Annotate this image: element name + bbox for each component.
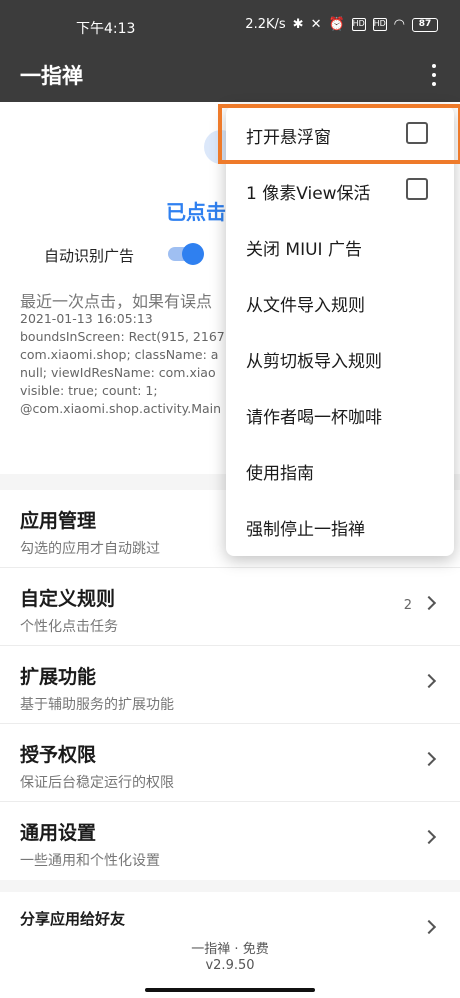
checkbox-icon[interactable] bbox=[406, 122, 428, 144]
chevron-right-icon bbox=[421, 595, 437, 611]
bluetooth-icon: ✱ bbox=[292, 17, 304, 32]
list-item-title: 应用管理 bbox=[20, 510, 97, 532]
chevron-right-icon bbox=[421, 829, 437, 845]
signal-1-icon: HD bbox=[351, 18, 366, 31]
status-time: 下午4:13 bbox=[76, 21, 136, 37]
share-section: 分享应用给好友 一指禅 · 免费 v2.9.50 bbox=[0, 892, 460, 998]
more-vert-icon[interactable] bbox=[424, 62, 444, 88]
list-item-subtitle: 一些通用和个性化设置 bbox=[20, 853, 160, 869]
list-item-extensions[interactable]: 扩展功能 基于辅助服务的扩展功能 bbox=[0, 646, 460, 724]
list-item-custom-rules[interactable]: 自定义规则 个性化点击任务 2 bbox=[0, 568, 460, 646]
menu-item-floating-window[interactable]: 打开悬浮窗 bbox=[218, 104, 460, 164]
app-bar: 一指禅 bbox=[0, 50, 460, 102]
share-app-link[interactable]: 分享应用给好友 bbox=[20, 908, 125, 929]
log-line: visible: true; count: 1; bbox=[20, 383, 158, 398]
app-title: 一指禅 bbox=[20, 64, 83, 88]
log-line: com.xiaomi.shop; className: a bbox=[20, 347, 219, 362]
log-line: null; viewIdResName: com.xiao bbox=[20, 365, 216, 380]
signal-2-icon: HD bbox=[372, 18, 387, 31]
log-line: 2021-01-13 16:05:13 bbox=[20, 311, 153, 326]
toggle-knob bbox=[182, 243, 204, 265]
menu-item-label: 强制停止一指禅 bbox=[246, 520, 365, 540]
checkbox-icon[interactable] bbox=[406, 178, 428, 200]
list-item-title: 授予权限 bbox=[20, 744, 97, 766]
overflow-menu: 打开悬浮窗 1 像素View保活 关闭 MIUI 广告 从文件导入规则 从剪切板… bbox=[218, 104, 460, 556]
list-item-title: 扩展功能 bbox=[20, 666, 97, 688]
chevron-right-icon bbox=[421, 673, 437, 689]
list-item-permissions[interactable]: 授予权限 保证后台稳定运行的权限 bbox=[0, 724, 460, 802]
rule-count: 2 bbox=[403, 598, 412, 613]
menu-item-label: 从剪切板导入规则 bbox=[246, 352, 382, 372]
menu-item-import-file[interactable]: 从文件导入规则 bbox=[226, 274, 454, 330]
list-item-general-settings[interactable]: 通用设置 一些通用和个性化设置 bbox=[0, 802, 460, 880]
list-item-title: 通用设置 bbox=[20, 822, 97, 844]
network-speed: 2.2K/s bbox=[245, 17, 286, 32]
menu-item-close-miui-ads[interactable]: 关闭 MIUI 广告 bbox=[226, 218, 454, 274]
auto-detect-toggle[interactable] bbox=[168, 242, 204, 266]
log-line: @com.xiaomi.shop.activity.Main bbox=[20, 401, 222, 416]
home-indicator[interactable] bbox=[145, 988, 315, 992]
menu-item-label: 从文件导入规则 bbox=[246, 296, 365, 316]
menu-item-label: 1 像素View保活 bbox=[246, 184, 371, 204]
menu-item-label: 打开悬浮窗 bbox=[246, 128, 331, 148]
wifi-icon: ◠ bbox=[393, 17, 405, 32]
chevron-right-icon bbox=[421, 751, 437, 767]
chevron-right-icon[interactable] bbox=[421, 919, 437, 935]
footer-app-price: 一指禅 · 免费 bbox=[191, 942, 269, 957]
menu-item-import-clipboard[interactable]: 从剪切板导入规则 bbox=[226, 330, 454, 386]
list-item-subtitle: 个性化点击任务 bbox=[20, 619, 118, 635]
list-item-subtitle: 基于辅助服务的扩展功能 bbox=[20, 697, 174, 713]
list-item-subtitle: 保证后台稳定运行的权限 bbox=[20, 775, 174, 791]
mute-icon: ✕ bbox=[310, 17, 322, 32]
menu-item-pixel-keepalive[interactable]: 1 像素View保活 bbox=[226, 162, 454, 218]
menu-item-label: 使用指南 bbox=[246, 464, 314, 484]
auto-detect-label: 自动识别广告 bbox=[44, 247, 135, 265]
menu-item-donate[interactable]: 请作者喝一杯咖啡 bbox=[226, 386, 454, 442]
clicked-status-text: 已点击 bbox=[166, 200, 226, 224]
list-item-title: 自定义规则 bbox=[20, 588, 116, 610]
footer-version: v2.9.50 bbox=[205, 958, 255, 973]
menu-item-label: 关闭 MIUI 广告 bbox=[246, 240, 362, 260]
menu-item-force-stop[interactable]: 强制停止一指禅 bbox=[226, 498, 454, 554]
last-click-header: 最近一次点击，如果有误点 bbox=[20, 292, 213, 311]
menu-item-guide[interactable]: 使用指南 bbox=[226, 442, 454, 498]
battery-icon: 87 bbox=[412, 17, 438, 32]
log-line: boundsInScreen: Rect(915, 2167 bbox=[20, 329, 225, 344]
status-bar: 下午4:13 2.2K/s ✱ ✕ ⏰ HD HD ◠ 87 bbox=[0, 0, 460, 50]
status-icons: 2.2K/s ✱ ✕ ⏰ HD HD ◠ 87 bbox=[245, 17, 438, 32]
list-item-subtitle: 勾选的应用才自动跳过 bbox=[20, 541, 160, 557]
alarm-icon: ⏰ bbox=[328, 17, 345, 32]
last-click-log: 2021-01-13 16:05:13 boundsInScreen: Rect… bbox=[20, 310, 230, 418]
menu-item-label: 请作者喝一杯咖啡 bbox=[246, 408, 382, 428]
